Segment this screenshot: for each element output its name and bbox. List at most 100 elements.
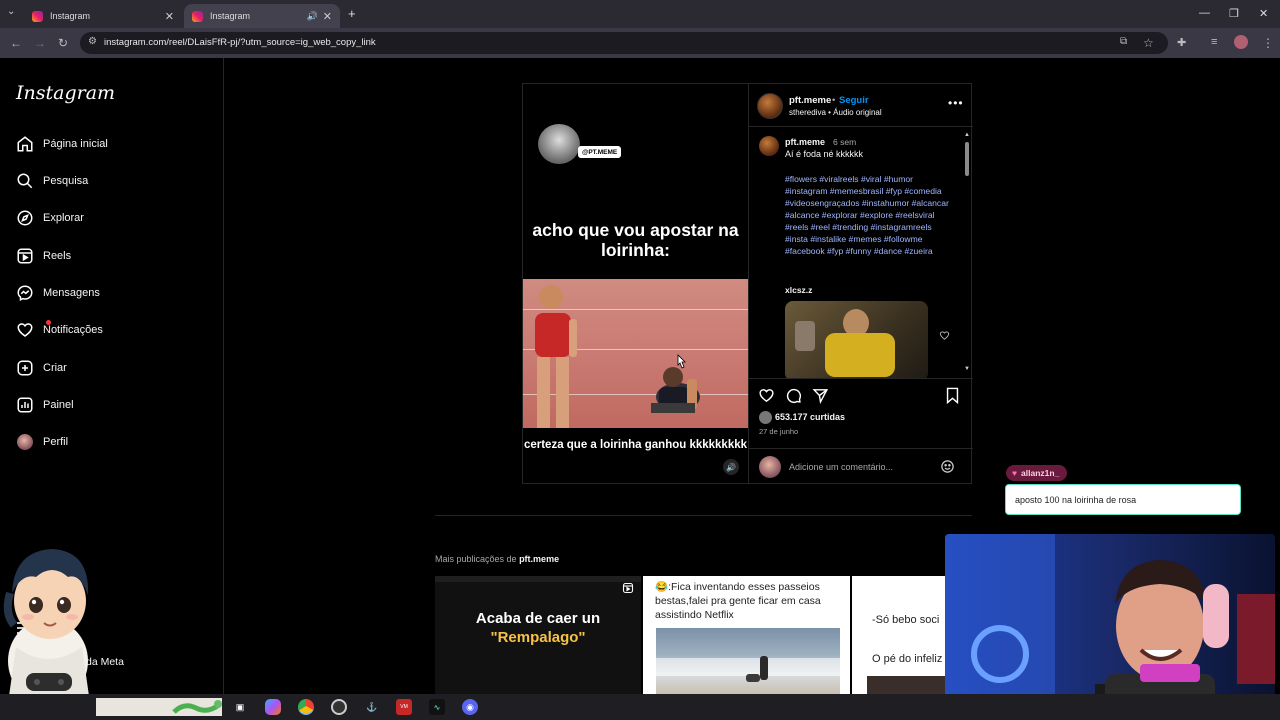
thumb-2-text: 😂:Fica inventando esses passeios bestas,… <box>655 581 821 621</box>
chrome-icon[interactable] <box>298 699 314 715</box>
mouse-cursor-icon <box>677 354 686 369</box>
comment-icon[interactable] <box>785 387 802 409</box>
more-posts-prefix: Mais publicações de <box>435 554 517 564</box>
more-post-thumb-1[interactable]: Acaba de caer un "Rempalago" <box>435 576 641 694</box>
chat-username: allanz1n_ <box>1021 468 1060 478</box>
sidebar-item-home[interactable]: Página inicial <box>16 132 108 156</box>
sidebar-item-label: Notificações <box>43 324 103 336</box>
install-app-icon[interactable]: ⧉ <box>1120 36 1127 47</box>
instagram-favicon-icon <box>192 10 203 22</box>
comment-gif[interactable] <box>785 301 928 378</box>
more-post-thumb-2[interactable]: 😂:Fica inventando esses passeios bestas,… <box>643 576 850 694</box>
menu-dots-icon[interactable]: ⋮ <box>1262 36 1274 50</box>
streamer-character-overlay <box>0 543 100 703</box>
browser-tab-2-active[interactable]: Instagram 🔊 ✕ <box>184 4 340 28</box>
wave-icon[interactable]: ∿ <box>429 699 445 715</box>
emoji-icon[interactable] <box>940 459 955 479</box>
follow-button[interactable]: Seguir <box>839 95 869 106</box>
site-info-icon[interactable]: ⚙ <box>88 36 97 47</box>
sidebar-item-label: Perfil <box>43 436 69 448</box>
sidebar-item-explore[interactable]: Explorar <box>16 206 84 230</box>
add-comment-row: Adicione um comentário... <box>749 448 973 483</box>
close-window-icon[interactable]: ✕ <box>1259 7 1268 20</box>
reels-icon <box>16 247 34 265</box>
comment-input[interactable]: Adicione um comentário... <box>789 462 893 472</box>
reload-icon[interactable]: ↻ <box>58 36 68 50</box>
profile-avatar[interactable] <box>1234 35 1248 49</box>
discord-icon[interactable]: ◉ <box>462 699 478 715</box>
sidebar-item-profile[interactable]: Perfil <box>16 430 68 454</box>
likes-count[interactable]: 653.177 curtidas <box>775 412 845 422</box>
sidebar-item-create[interactable]: Criar <box>16 356 67 380</box>
sidebar-item-reels[interactable]: Reels <box>16 244 71 268</box>
caption-username[interactable]: pft.meme <box>785 137 825 147</box>
video-caption-top: acho que vou apostar na loirinha: <box>532 220 739 260</box>
sidebar-item-label: Reels <box>43 250 72 262</box>
thumb-3-line-1: -Só bebo soci <box>872 614 940 626</box>
sidebar-item-notifications[interactable]: Notificações <box>16 318 103 342</box>
caption-hashtags[interactable]: #flowers #viralreels #viral #humor #inst… <box>785 173 953 257</box>
windows-taskbar: ▣ ⚓ VM ∿ ◉ <box>0 694 1280 720</box>
volume-icon[interactable]: 🔊 <box>723 459 739 475</box>
comment-username[interactable]: xlcsz.z <box>785 285 812 295</box>
instagram-logo[interactable]: Instagram <box>16 82 115 104</box>
caption-text: Aí é foda né kkkkkk <box>785 149 864 159</box>
thumb-3-line-2: O pé do infeliz <box>872 653 943 665</box>
lizard-widget-icon <box>172 700 222 714</box>
minimize-icon[interactable]: — <box>1199 7 1210 19</box>
media-controls-icon[interactable]: ≡ <box>1211 36 1217 48</box>
header-separator: • <box>832 95 836 106</box>
tab-title: Instagram <box>50 11 91 21</box>
tab-list-chevron-icon[interactable]: ⌄ <box>7 6 15 17</box>
like-icon[interactable] <box>758 387 775 409</box>
new-tab-button[interactable]: + <box>348 6 356 21</box>
notification-dot <box>46 320 51 325</box>
restore-icon[interactable]: ❐ <box>1229 7 1239 20</box>
copilot-icon[interactable] <box>265 699 281 715</box>
thumb-1-line-1: Acaba de caer un <box>475 610 601 627</box>
comment-like-icon[interactable] <box>939 328 950 346</box>
audio-attribution[interactable]: stherediva • Áudio original <box>789 108 882 117</box>
sidebar-item-label: Criar <box>43 362 67 374</box>
tab-close-icon[interactable]: ✕ <box>165 10 174 23</box>
compass-icon <box>16 209 34 227</box>
obs-icon[interactable] <box>331 699 347 715</box>
reel-video[interactable]: @PT.MEME acho que vou apostar na loirinh… <box>523 84 748 483</box>
post-header: pft.meme • Seguir stherediva • Áudio ori… <box>749 84 973 127</box>
sidebar-item-search[interactable]: Pesquisa <box>16 169 88 193</box>
chat-username-badge: ♥ allanz1n_ <box>1006 465 1068 481</box>
author-username[interactable]: pft.meme <box>789 95 831 106</box>
voicemeeter-icon[interactable]: VM <box>396 699 412 715</box>
forward-icon[interactable]: → <box>34 36 46 50</box>
author-avatar[interactable] <box>757 93 783 119</box>
app-icon[interactable]: ⚓ <box>364 699 380 715</box>
sidebar-item-dashboard[interactable]: Painel <box>16 393 74 417</box>
more-options-icon[interactable]: ••• <box>948 96 964 110</box>
thumb-1-line-2: "Rempalago" <box>490 629 586 646</box>
reel-post: @PT.MEME acho que vou apostar na loirinh… <box>522 83 973 484</box>
watermark-avatar <box>538 124 580 164</box>
address-bar-row: ← → ↻ ⚙ instagram.com/reel/DLaisFfR-pj/?… <box>0 28 1280 58</box>
save-bookmark-icon[interactable] <box>945 387 960 409</box>
speaker-icon[interactable]: 🔊 <box>307 11 318 22</box>
sidebar-item-messages[interactable]: Mensagens <box>16 281 100 305</box>
back-icon[interactable]: ← <box>10 36 22 50</box>
extensions-icon[interactable]: ✚ <box>1177 36 1186 49</box>
watermark-tag: @PT.MEME <box>578 146 622 158</box>
caption-author-avatar[interactable] <box>759 136 779 156</box>
search-icon <box>16 172 34 190</box>
home-icon <box>16 135 34 153</box>
post-date: 27 de junho <box>759 427 799 436</box>
comments-list: pft.meme 6 sem Aí é foda né kkkkkk #flow… <box>749 128 973 378</box>
streamer-webcam <box>945 534 1275 720</box>
browser-tab-1[interactable]: Instagram ✕ <box>24 4 182 28</box>
more-post-thumb-3[interactable]: -Só bebo soci O pé do infeliz <box>852 576 946 694</box>
share-icon[interactable] <box>812 387 829 409</box>
tab-close-icon[interactable]: ✕ <box>323 10 332 23</box>
task-view-icon[interactable]: ▣ <box>232 699 248 715</box>
more-posts-username[interactable]: pft.meme <box>519 554 559 564</box>
caption-time: 6 sem <box>833 137 857 147</box>
bookmark-star-icon[interactable]: ☆ <box>1143 36 1154 50</box>
comments-scrollbar[interactable]: ▲ ▼ <box>964 132 970 374</box>
url-text: instagram.com/reel/DLaisFfR-pj/?utm_sour… <box>104 37 376 48</box>
